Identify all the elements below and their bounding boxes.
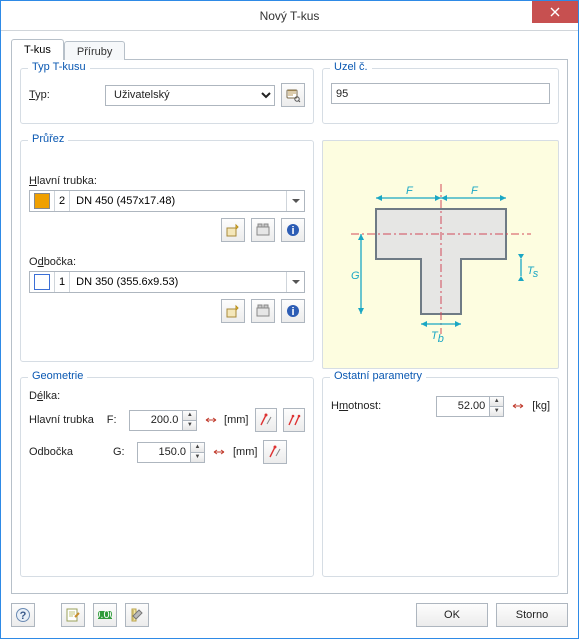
close-button[interactable]	[532, 1, 578, 23]
branch-pipe-label: Odbočka:	[29, 256, 305, 268]
group-type: Typ T-kusu Typ: Uživatelský	[20, 68, 314, 124]
mass-spin[interactable]: ▲▼	[436, 396, 504, 417]
spin-up[interactable]: ▲	[190, 443, 204, 453]
branch-pipe-info-button[interactable]: i	[281, 299, 305, 323]
length-label: Délka:	[29, 390, 305, 402]
spin-down[interactable]: ▼	[182, 421, 196, 430]
tab-panel: Typ T-kusu Typ: Uživatelský Uzel č.	[11, 59, 568, 594]
svg-text:i: i	[291, 306, 294, 318]
group-node: Uzel č.	[322, 68, 559, 124]
svg-text:Tb: Tb	[431, 330, 444, 345]
geom-main-sym: F:	[107, 414, 124, 426]
dialog-window: Nový T-kus T-kus Příruby Typ T-kusu Typ:…	[0, 0, 579, 639]
geom-branch-spin[interactable]: ▲▼	[137, 442, 205, 463]
group-type-legend: Typ T-kusu	[28, 61, 90, 73]
geom-main-spin[interactable]: ▲▼	[129, 410, 197, 431]
group-other: Ostatní parametry Hmotnost: ▲▼ [kg]	[322, 377, 559, 577]
type-label: Typ:	[29, 89, 99, 101]
group-geometry: Geometrie Délka: Hlavní trubka F: ▲▼ [mm…	[20, 377, 314, 577]
group-section: Průřez Hlavní trubka: 2 DN 450 (457x17.4…	[20, 140, 314, 362]
help-button[interactable]: ?	[11, 603, 35, 627]
geom-branch-pick-button[interactable]	[263, 440, 287, 464]
node-field	[331, 83, 550, 104]
geom-branch-label: Odbočka	[29, 446, 107, 458]
main-pipe-select[interactable]: 2 DN 450 (457x17.48)	[29, 190, 305, 212]
geom-main-label: Hlavní trubka	[29, 414, 101, 426]
ruler-button[interactable]	[125, 603, 149, 627]
svg-text:G: G	[351, 270, 360, 282]
geom-branch-unit: [mm]	[233, 446, 257, 458]
branch-pipe-color-swatch	[34, 274, 50, 290]
geom-main-input[interactable]	[130, 411, 182, 430]
spin-down[interactable]: ▼	[190, 453, 204, 462]
ok-button[interactable]: OK	[416, 603, 488, 627]
window-title: Nový T-kus	[260, 9, 320, 23]
spin-up[interactable]: ▲	[182, 411, 196, 421]
main-pipe-label: Hlavní trubka:	[29, 175, 305, 187]
main-pipe-info-button[interactable]: i	[281, 218, 305, 242]
main-pipe-index: 2	[55, 191, 70, 211]
dim-arrow-icon	[211, 440, 227, 464]
branch-pipe-index: 1	[55, 272, 70, 292]
svg-text:i: i	[291, 225, 294, 237]
svg-text:Ts: Ts	[527, 265, 539, 280]
tpiece-diagram: F F G Tb Ts	[322, 140, 559, 370]
tab-strip: T-kus Příruby	[11, 39, 568, 60]
main-pipe-library-button[interactable]	[251, 218, 275, 242]
main-pipe-value: DN 450 (457x17.48)	[70, 191, 286, 211]
group-other-legend: Ostatní parametry	[330, 370, 426, 382]
edit-note-button[interactable]	[61, 603, 85, 627]
group-node-legend: Uzel č.	[330, 61, 372, 73]
mass-unit: [kg]	[532, 400, 550, 412]
dialog-body: T-kus Příruby Typ T-kusu Typ: Uživatelsk…	[1, 31, 578, 600]
main-pipe-new-button[interactable]	[221, 218, 245, 242]
svg-text:0.00: 0.00	[97, 609, 113, 621]
svg-text:?: ?	[20, 610, 27, 622]
titlebar: Nový T-kus	[1, 1, 578, 31]
tab-priruby[interactable]: Příruby	[64, 41, 125, 60]
diagram-panel: F F G Tb Ts	[322, 140, 559, 370]
branch-pipe-library-button[interactable]	[251, 299, 275, 323]
tab-tkus[interactable]: T-kus	[11, 39, 64, 60]
mass-input[interactable]	[437, 397, 489, 416]
spin-up[interactable]: ▲	[489, 397, 503, 407]
dialog-footer: ? 0.00 OK Storno	[1, 600, 578, 638]
branch-pipe-new-button[interactable]	[221, 299, 245, 323]
geom-main-unit: [mm]	[224, 414, 248, 426]
cancel-button[interactable]: Storno	[496, 603, 568, 627]
main-pipe-dropdown[interactable]	[286, 191, 304, 211]
branch-pipe-select[interactable]: 1 DN 350 (355.6x9.53)	[29, 271, 305, 293]
svg-text:F: F	[406, 185, 414, 197]
type-select[interactable]: Uživatelský	[105, 85, 275, 106]
spin-down[interactable]: ▼	[489, 407, 503, 416]
dim-arrow-icon	[510, 394, 526, 418]
precision-button[interactable]: 0.00	[93, 603, 117, 627]
group-geometry-legend: Geometrie	[28, 370, 87, 382]
dim-arrow-icon	[203, 408, 218, 432]
main-pipe-color-swatch	[34, 193, 50, 209]
group-section-legend: Průřez	[28, 133, 68, 145]
branch-pipe-value: DN 350 (355.6x9.53)	[70, 272, 286, 292]
branch-pipe-dropdown[interactable]	[286, 272, 304, 292]
geom-main-pick1-button[interactable]	[255, 408, 277, 432]
type-browse-button[interactable]	[281, 83, 305, 107]
mass-label: Hmotnost:	[331, 400, 430, 412]
svg-text:F: F	[471, 185, 479, 197]
geom-branch-sym: G:	[113, 446, 131, 458]
geom-main-pick2-button[interactable]	[283, 408, 305, 432]
geom-branch-input[interactable]	[138, 443, 190, 462]
